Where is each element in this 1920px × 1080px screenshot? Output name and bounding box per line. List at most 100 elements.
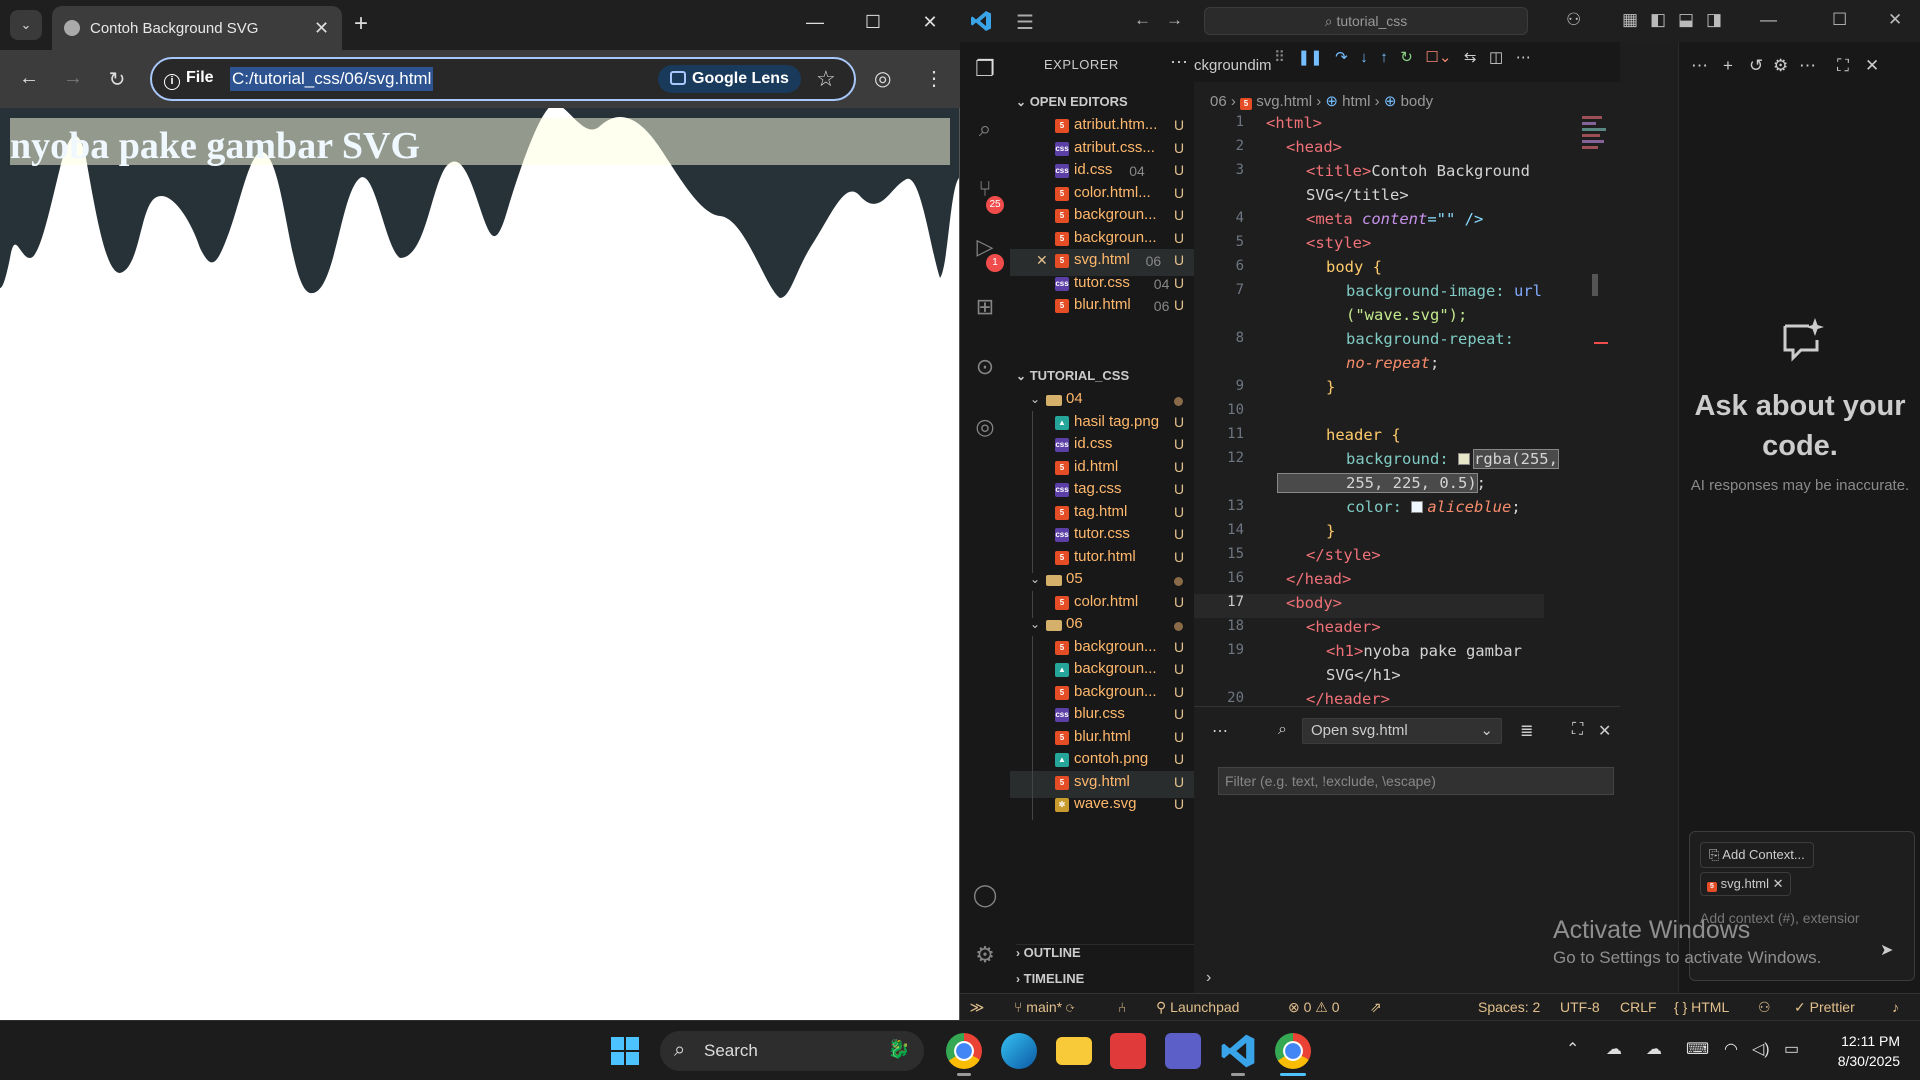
filter-input[interactable]: Filter (e.g. text, !exclude, \escape) [1218, 767, 1614, 795]
extensions-icon[interactable]: ⊞ [972, 294, 998, 320]
volume-icon[interactable]: ◁) [1752, 1039, 1770, 1059]
edge-taskbar-icon[interactable] [1001, 1033, 1037, 1069]
step-over-icon[interactable]: ↷ [1335, 49, 1348, 66]
branch-status[interactable]: ⑂ main* ⟳ [1014, 999, 1074, 1015]
toggle-secondary-sidebar-icon[interactable]: ◨ [1706, 10, 1722, 30]
hamburger-menu-icon[interactable]: ☰ [1016, 10, 1034, 35]
breadcrumb-file[interactable]: svg.html [1256, 93, 1312, 110]
forward-arrow-icon[interactable]: → [1166, 10, 1183, 30]
git-graph-icon[interactable]: ⊙ [972, 354, 998, 380]
remove-context-icon[interactable]: ✕ [1773, 876, 1784, 891]
browser-tab[interactable]: Contoh Background SVG ✕ [52, 6, 342, 50]
teams-taskbar-icon[interactable] [1165, 1033, 1201, 1069]
panel-select[interactable]: Open svg.html ⌄ [1302, 718, 1502, 744]
new-chat-icon[interactable]: + [1723, 56, 1733, 76]
launchpad-status[interactable]: ⚲ Launchpad [1156, 999, 1239, 1016]
word-wrap-icon[interactable]: ≣ [1520, 721, 1533, 741]
debug-status-icon[interactable]: ⇗ [1370, 999, 1382, 1016]
add-context-button[interactable]: ⎘ Add Context... [1700, 842, 1814, 868]
encoding-status[interactable]: UTF-8 [1560, 999, 1600, 1015]
cloud-sync-icon[interactable]: ☁ [1646, 1039, 1662, 1059]
url-text[interactable]: C:/tutorial_css/06/svg.html [230, 67, 434, 91]
editor-more-icon[interactable]: ⋯ [1516, 49, 1531, 66]
notifications-bell-icon[interactable]: ♪ [1892, 999, 1899, 1015]
remote-indicator-icon[interactable]: ≫ [960, 994, 994, 1020]
context-file-chip[interactable]: 5 svg.html ✕ [1700, 872, 1791, 896]
close-window-button[interactable]: ✕ [1888, 10, 1902, 30]
prettier-status[interactable]: ✓ Prettier [1794, 999, 1855, 1016]
remote-explorer-icon[interactable]: ◎ [972, 414, 998, 440]
search-icon[interactable]: ⌕ [1278, 721, 1287, 739]
profile-icon[interactable]: ◎ [874, 66, 891, 91]
drag-handle-icon[interactable]: ⠿ [1274, 49, 1285, 66]
file-item[interactable]: ✲ wave.svg U [1010, 793, 1194, 820]
wifi-icon[interactable]: ◠ [1724, 1039, 1738, 1059]
windows-start-button[interactable] [611, 1037, 639, 1065]
language-status[interactable]: { } HTML [1674, 999, 1729, 1015]
vscode-taskbar-icon[interactable] [1220, 1033, 1256, 1069]
timeline-header[interactable]: › TIMELINE [1016, 971, 1084, 986]
file-explorer-taskbar-icon[interactable] [1056, 1037, 1092, 1065]
keyboard-icon[interactable]: ⌨ [1686, 1039, 1709, 1059]
tab-search-button[interactable]: ⌄ [10, 10, 42, 40]
pause-icon[interactable]: ❚❚ [1298, 49, 1323, 66]
chat-more-icon[interactable]: ⋯ [1691, 56, 1708, 76]
close-window-button[interactable]: ✕ [915, 12, 945, 33]
eol-status[interactable]: CRLF [1620, 999, 1657, 1015]
breadcrumb-folder[interactable]: 06 [1210, 93, 1227, 110]
minimap[interactable] [1582, 116, 1610, 166]
color-swatch[interactable] [1411, 501, 1424, 513]
settings-gear-icon[interactable]: ⚙ [972, 942, 998, 968]
maximize-panel-icon[interactable]: ⛶ [1572, 721, 1583, 739]
minimize-button[interactable]: — [800, 12, 830, 33]
color-swatch[interactable] [1457, 453, 1470, 465]
compare-icon[interactable]: ⇆ [1464, 49, 1477, 66]
close-icon[interactable]: ✕ [1865, 56, 1879, 76]
copilot-icon[interactable]: ⚇ [1566, 10, 1581, 30]
back-arrow-icon[interactable]: ← [1134, 10, 1151, 30]
google-lens-button[interactable]: Google Lens [658, 65, 801, 93]
search-icon[interactable]: ⌕ [972, 116, 998, 142]
accounts-icon[interactable]: ◯ [972, 882, 998, 908]
restart-icon[interactable]: ↻ [1400, 49, 1413, 66]
back-button[interactable]: ← [16, 67, 42, 90]
more-actions-icon[interactable]: ⋯ [1170, 52, 1188, 73]
settings-gear-icon[interactable]: ⚙ [1773, 56, 1788, 76]
maximize-button[interactable]: ☐ [858, 12, 888, 33]
chrome-taskbar-icon[interactable] [946, 1033, 982, 1069]
toggle-panel-icon[interactable]: ⬓ [1678, 10, 1694, 30]
step-into-icon[interactable]: ↓ [1360, 49, 1368, 66]
panel-more-icon[interactable]: ⋯ [1212, 721, 1228, 741]
git-graph-status-icon[interactable]: ⑃ [1118, 999, 1126, 1015]
chevron-right-icon[interactable]: › [1206, 969, 1211, 987]
bookmark-star-icon[interactable]: ☆ [816, 66, 836, 92]
open-editors-header[interactable]: ⌄ OPEN EDITORS [1016, 94, 1128, 109]
minimize-button[interactable]: — [1760, 10, 1777, 30]
breadcrumb-body[interactable]: body [1401, 93, 1434, 110]
layout-icon[interactable]: ▦ [1622, 10, 1638, 30]
command-center[interactable]: ⌕ tutorial_css [1204, 7, 1528, 35]
onedrive-icon[interactable]: ☁ [1606, 1039, 1622, 1059]
send-icon[interactable]: ➤ [1880, 940, 1893, 960]
close-tab-icon[interactable]: ✕ [314, 18, 329, 39]
system-clock[interactable]: 12:11 PM 8/30/2025 [1830, 1031, 1900, 1071]
problems-status[interactable]: ⊗ 0 ⚠ 0 [1288, 999, 1340, 1016]
new-tab-button[interactable]: + [354, 10, 368, 38]
close-panel-icon[interactable]: ✕ [1598, 721, 1611, 741]
chrome-taskbar-icon-active[interactable] [1275, 1033, 1311, 1069]
maximize-icon[interactable]: ⛶ [1837, 56, 1849, 76]
wps-taskbar-icon[interactable] [1110, 1033, 1146, 1069]
site-info-button[interactable]: i File [164, 69, 214, 90]
scrollbar-thumb[interactable] [1592, 274, 1598, 296]
address-bar[interactable]: i File C:/tutorial_css/06/svg.html Google… [150, 57, 856, 101]
close-editor-icon[interactable]: ✕ [1036, 252, 1048, 269]
battery-icon[interactable]: ▭ [1784, 1039, 1799, 1059]
step-out-icon[interactable]: ↑ [1380, 49, 1388, 66]
menu-dots-icon[interactable]: ⋮ [924, 66, 944, 91]
toggle-sidebar-icon[interactable]: ◧ [1650, 10, 1666, 30]
chat-overflow-icon[interactable]: ⋯ [1799, 56, 1816, 76]
show-hidden-icons[interactable]: ⌃ [1566, 1039, 1579, 1059]
workspace-header[interactable]: ⌄ TUTORIAL_CSS [1016, 368, 1129, 383]
indentation-status[interactable]: Spaces: 2 [1478, 999, 1540, 1015]
maximize-button[interactable]: ☐ [1832, 10, 1847, 30]
